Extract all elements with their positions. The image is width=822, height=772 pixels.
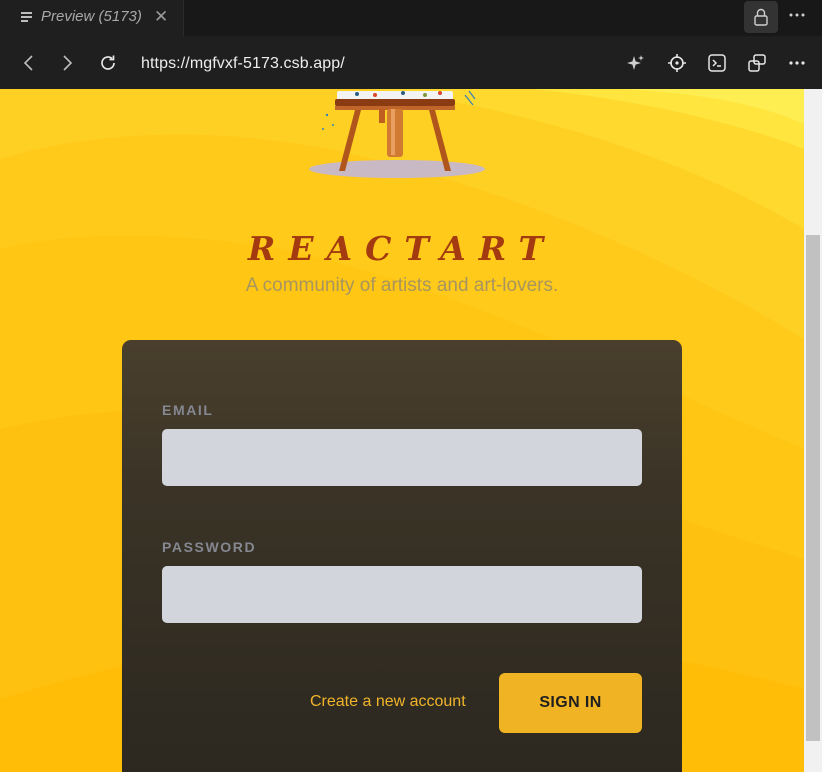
lock-button[interactable]	[744, 1, 778, 33]
more-icon[interactable]	[787, 53, 807, 73]
reload-icon[interactable]	[98, 53, 118, 73]
window-icon[interactable]	[747, 53, 767, 73]
page-viewport: REACTART A community of artists and art-…	[0, 89, 804, 772]
email-field[interactable]	[162, 429, 642, 486]
more-icon[interactable]	[787, 5, 807, 25]
sign-in-button[interactable]: SIGN IN	[499, 673, 642, 733]
chevron-left-icon[interactable]	[19, 53, 39, 73]
create-account-link[interactable]: Create a new account	[310, 693, 466, 711]
lock-icon	[754, 8, 768, 26]
password-field[interactable]	[162, 566, 642, 623]
tagline: A community of artists and art-lovers.	[245, 275, 559, 296]
email-label: EMAIL	[162, 402, 214, 418]
easel-illustration	[309, 90, 485, 178]
scrollbar-thumb[interactable]	[806, 235, 820, 741]
preview-tab[interactable]: Preview (5173) ✕	[0, 0, 184, 36]
brand-title: REACTART	[247, 229, 557, 268]
url-field[interactable]: https://mgfvxf-5173.csb.app/	[141, 55, 345, 73]
browser-tab-bar: Preview (5173) ✕	[0, 0, 822, 36]
crosshair-icon[interactable]	[667, 53, 687, 73]
chevron-right-icon[interactable]	[57, 53, 77, 73]
password-label: PASSWORD	[162, 539, 257, 555]
close-icon[interactable]: ✕	[154, 7, 168, 27]
list-icon	[21, 12, 32, 22]
sparkle-icon[interactable]	[626, 53, 646, 73]
terminal-icon[interactable]	[707, 53, 727, 73]
browser-nav-bar: https://mgfvxf-5173.csb.app/	[0, 37, 822, 89]
signin-card: EMAIL PASSWORD Create a new account SIGN…	[122, 340, 682, 772]
page-scrollbar[interactable]	[804, 89, 822, 772]
tab-title: Preview (5173)	[41, 8, 142, 25]
